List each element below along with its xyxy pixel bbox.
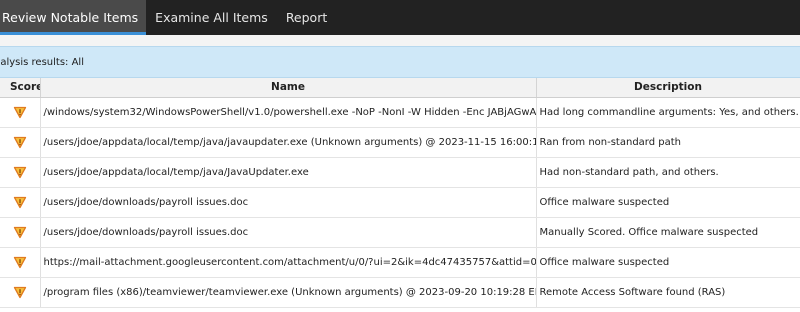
warning-triangle-icon (13, 135, 27, 149)
tab-report[interactable]: Report (277, 0, 336, 35)
table-row[interactable]: /users/jdoe/appdata/local/temp/java/java… (0, 127, 800, 158)
score-cell (0, 127, 41, 158)
table-header-row: Score Name Description (0, 78, 800, 98)
description-cell: Ran from non-standard path (536, 127, 800, 158)
column-header-score[interactable]: Score (0, 78, 41, 98)
score-cell (0, 247, 41, 278)
warning-triangle-icon (13, 255, 27, 269)
analysis-results-bar: nalysis results: All (0, 46, 800, 78)
table-row[interactable]: https://mail-attachment.googleuserconten… (0, 247, 800, 278)
name-cell: https://mail-attachment.googleuserconten… (40, 247, 537, 278)
warning-triangle-icon (13, 225, 27, 239)
tab-review-notable-items[interactable]: Review Notable Items (0, 0, 147, 35)
top-tab-bar: Review Notable Items Examine All Items R… (0, 0, 800, 35)
warning-triangle-icon (13, 105, 27, 119)
score-cell (0, 187, 41, 218)
table-row[interactable]: /users/jdoe/downloads/payroll issues.doc… (0, 187, 800, 218)
warning-triangle-icon (13, 195, 27, 209)
name-cell: /users/jdoe/appdata/local/temp/java/Java… (40, 157, 537, 188)
name-cell: /users/jdoe/downloads/payroll issues.doc (40, 217, 537, 248)
table-row[interactable]: /users/jdoe/appdata/local/temp/java/Java… (0, 157, 800, 188)
description-cell: Had non-standard path, and others. (536, 157, 800, 188)
score-cell (0, 157, 41, 188)
column-header-description[interactable]: Description (536, 78, 800, 98)
tab-examine-all-items[interactable]: Examine All Items (146, 0, 277, 35)
description-cell: Office malware suspected (536, 247, 800, 278)
name-cell: /windows/system32/WindowsPowerShell/v1.0… (40, 97, 537, 128)
name-cell: /users/jdoe/downloads/payroll issues.doc (40, 187, 537, 218)
table-row[interactable]: /users/jdoe/downloads/payroll issues.doc… (0, 217, 800, 248)
description-cell: Office malware suspected (536, 187, 800, 218)
name-cell: /users/jdoe/appdata/local/temp/java/java… (40, 127, 537, 158)
warning-triangle-icon (13, 165, 27, 179)
results-table: Score Name Description /windows/system32… (0, 78, 800, 308)
table-row[interactable]: /program files (x86)/teamviewer/teamview… (0, 277, 800, 308)
analysis-results-label: nalysis results: All (0, 56, 84, 68)
description-cell: Remote Access Software found (RAS) (536, 277, 800, 308)
description-cell: Manually Scored. Office malware suspecte… (536, 217, 800, 248)
warning-triangle-icon (13, 285, 27, 299)
description-cell: Had long commandline arguments: Yes, and… (536, 97, 800, 128)
score-cell (0, 97, 41, 128)
column-header-name[interactable]: Name (40, 78, 537, 98)
table-row[interactable]: /windows/system32/WindowsPowerShell/v1.0… (0, 97, 800, 128)
score-cell (0, 217, 41, 248)
name-cell: /program files (x86)/teamviewer/teamview… (40, 277, 537, 308)
score-cell (0, 277, 41, 308)
spacer (0, 35, 800, 46)
